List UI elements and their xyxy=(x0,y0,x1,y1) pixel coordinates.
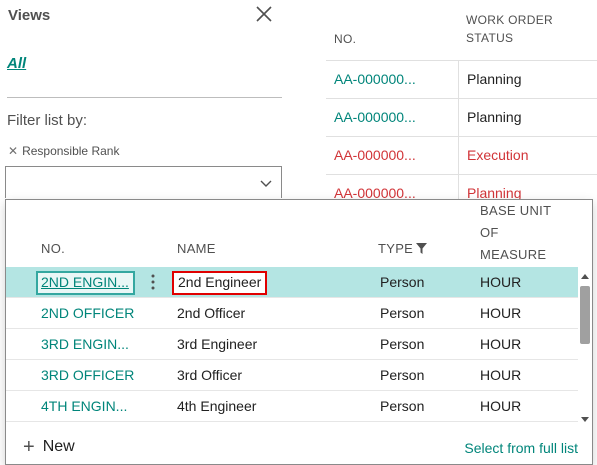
column-header-line: WORK ORDER xyxy=(466,13,553,27)
lookup-uom-cell: HOUR xyxy=(480,305,522,321)
column-header-work-order-status[interactable]: WORK ORDER STATUS xyxy=(466,11,553,47)
lookup-footer: + New Select from full list xyxy=(6,436,592,464)
remove-filter-icon[interactable]: ✕ xyxy=(8,144,18,158)
lookup-uom-cell: HOUR xyxy=(480,274,522,290)
lookup-row[interactable]: 3RD OFFICER 3rd Officer Person HOUR xyxy=(6,360,578,391)
responsible-rank-filter-input[interactable] xyxy=(5,166,282,198)
work-order-status: Planning xyxy=(467,71,522,87)
new-button[interactable]: + New xyxy=(23,436,75,458)
scroll-down-arrow-icon[interactable] xyxy=(580,416,590,424)
lookup-no-link[interactable]: 3RD ENGIN... xyxy=(41,336,129,352)
lookup-name-cell[interactable]: 2nd Engineer xyxy=(172,271,268,295)
scroll-thumb[interactable] xyxy=(580,286,590,344)
lookup-row-selected[interactable]: 2ND ENGIN... 2nd Engineer Person HOUR xyxy=(6,267,578,298)
column-header-line: BASE UNIT xyxy=(480,203,552,218)
more-options-icon[interactable] xyxy=(146,272,160,292)
lookup-uom-cell: HOUR xyxy=(480,367,522,383)
lookup-type-cell: Person xyxy=(380,336,425,352)
lookup-scrollbar[interactable] xyxy=(578,266,592,428)
views-title: Views xyxy=(8,7,51,24)
divider xyxy=(7,97,282,98)
lookup-header: NO. NAME TYPE BASE UNIT OF MEASURE xyxy=(6,200,592,266)
column-header-line: MEASURE xyxy=(480,247,547,262)
lookup-no-link[interactable]: 4TH ENGIN... xyxy=(41,398,127,414)
column-header-line: STATUS xyxy=(466,31,514,45)
work-order-no-link[interactable]: AA-000000... xyxy=(334,109,416,125)
lookup-uom-cell: HOUR xyxy=(480,336,522,352)
work-order-row[interactable]: AA-000000... Planning xyxy=(326,98,597,136)
resource-lookup-dropdown: NO. NAME TYPE BASE UNIT OF MEASURE 2ND E… xyxy=(5,199,593,465)
work-order-no-link[interactable]: AA-000000... xyxy=(334,71,416,87)
lookup-type-cell: Person xyxy=(380,398,425,414)
work-order-status: Planning xyxy=(467,109,522,125)
work-order-row[interactable]: AA-000000... Execution xyxy=(326,136,597,174)
close-icon[interactable] xyxy=(254,4,274,24)
lookup-no-link[interactable]: 3RD OFFICER xyxy=(41,367,134,383)
lookup-row[interactable]: 4TH ENGIN... 4th Engineer Person HOUR xyxy=(6,391,578,422)
plus-icon: + xyxy=(23,436,35,458)
lookup-name-cell: 4th Engineer xyxy=(177,398,257,414)
work-order-no-link[interactable]: AA-000000... xyxy=(334,147,416,163)
lookup-column-no[interactable]: NO. xyxy=(41,238,65,260)
lookup-type-cell: Person xyxy=(380,367,425,383)
lookup-column-type-label: TYPE xyxy=(378,241,414,256)
work-order-row[interactable]: AA-000000... Planning xyxy=(326,60,597,98)
new-button-label: New xyxy=(42,438,75,455)
filter-icon xyxy=(416,243,428,254)
lookup-row[interactable]: 3RD ENGIN... 3rd Engineer Person HOUR xyxy=(6,329,578,360)
filter-list-label: Filter list by: xyxy=(7,112,88,129)
lookup-no-link[interactable]: 2ND ENGIN... xyxy=(36,271,135,295)
work-order-status: Execution xyxy=(467,147,529,163)
lookup-column-name[interactable]: NAME xyxy=(177,238,216,260)
lookup-type-cell: Person xyxy=(380,274,425,290)
lookup-column-type[interactable]: TYPE xyxy=(378,238,428,260)
scroll-up-arrow-icon[interactable] xyxy=(580,272,590,280)
column-header-no[interactable]: NO. xyxy=(334,30,356,48)
column-header-line: OF xyxy=(480,225,499,240)
filter-chip-responsible-rank[interactable]: ✕ Responsible Rank xyxy=(8,144,119,158)
filter-chip-label: Responsible Rank xyxy=(22,144,120,158)
lookup-type-cell: Person xyxy=(380,305,425,321)
lookup-name-cell: 2nd Officer xyxy=(177,305,246,321)
view-all-link[interactable]: All xyxy=(7,55,26,72)
lookup-name-cell: 3rd Officer xyxy=(177,367,243,383)
lookup-column-base-unit-of-measure[interactable]: BASE UNIT OF MEASURE xyxy=(480,200,551,266)
lookup-no-link[interactable]: 2ND OFFICER xyxy=(41,305,134,321)
lookup-name-cell: 3rd Engineer xyxy=(177,336,258,352)
lookup-uom-cell: HOUR xyxy=(480,398,522,414)
chevron-down-icon[interactable] xyxy=(259,176,273,190)
lookup-row[interactable]: 2ND OFFICER 2nd Officer Person HOUR xyxy=(6,298,578,329)
select-from-full-list-link[interactable]: Select from full list xyxy=(464,440,578,456)
